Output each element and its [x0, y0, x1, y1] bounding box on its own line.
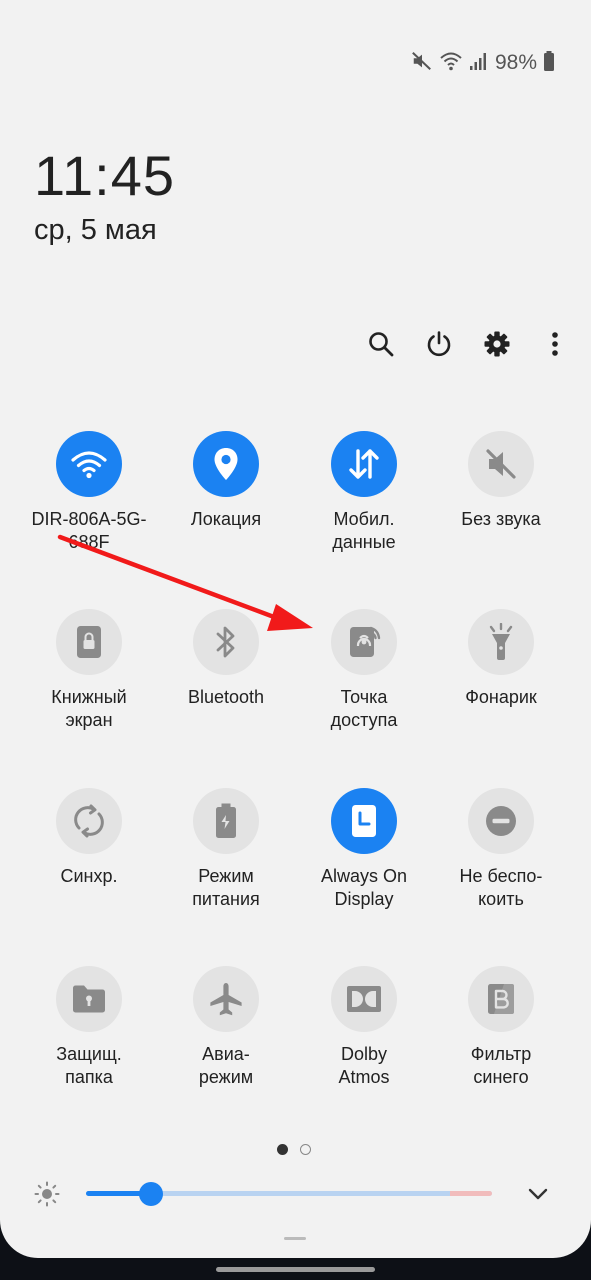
- tile-label: Локация: [190, 509, 262, 529]
- tile-airplane-toggle[interactable]: [193, 966, 259, 1032]
- tile-label: Авиа- режим: [198, 1044, 254, 1087]
- power-saving-icon: [216, 803, 236, 838]
- battery-icon: [543, 50, 555, 77]
- top-action-bar: [352, 326, 584, 362]
- tile-label: Мобил. данные: [332, 509, 396, 552]
- tile-label: Режим питания: [192, 866, 260, 909]
- location-pin-icon: [214, 448, 238, 480]
- settings-button[interactable]: [468, 326, 526, 362]
- search-button[interactable]: [352, 326, 410, 362]
- tile-label: Bluetooth: [187, 687, 265, 707]
- chevron-down-icon: [528, 1188, 548, 1200]
- tile-sync[interactable]: Синхр.: [20, 788, 158, 888]
- more-options-button[interactable]: [526, 326, 584, 362]
- bluetooth-icon: [216, 626, 235, 658]
- mobile-data-arrows-icon: [349, 449, 379, 479]
- tile-bluetooth-toggle[interactable]: [193, 609, 259, 675]
- tile-secure-folder-toggle[interactable]: [56, 966, 122, 1032]
- tile-always-on-display-toggle[interactable]: [331, 788, 397, 854]
- tile-label: Dolby Atmos: [338, 1044, 390, 1087]
- more-vert-icon: [552, 332, 558, 356]
- tile-mobile-data[interactable]: Мобил. данные: [295, 431, 433, 554]
- quick-settings-panel: 98% 11:45 ср, 5 мая DIR-806A-5G- 688F Ло…: [0, 0, 591, 1258]
- tile-label: DIR-806A-5G- 688F: [31, 509, 147, 552]
- tile-label: Книжный экран: [51, 687, 127, 730]
- brightness-slider-thumb[interactable]: [138, 1182, 163, 1206]
- brightness-control: [0, 1172, 591, 1216]
- expand-brightness-button[interactable]: [524, 1180, 552, 1208]
- wifi-icon: [71, 451, 107, 479]
- tile-power-mode[interactable]: Режим питания: [157, 788, 295, 911]
- tile-label: Защищ. папка: [56, 1044, 122, 1087]
- tile-do-not-disturb-toggle[interactable]: [468, 788, 534, 854]
- battery-percentage: 98%: [494, 51, 537, 74]
- tile-label: Фильтр синего: [470, 1044, 532, 1087]
- tile-blue-light-filter-toggle[interactable]: [468, 966, 534, 1032]
- do-not-disturb-icon: [486, 806, 516, 836]
- always-on-display-icon: [352, 805, 376, 837]
- tile-bluetooth[interactable]: Bluetooth: [157, 609, 295, 709]
- clock-date[interactable]: ср, 5 мая: [34, 214, 157, 247]
- tile-flashlight-toggle[interactable]: [468, 609, 534, 675]
- blue-light-filter-icon: [488, 984, 514, 1014]
- secure-folder-icon: [73, 985, 105, 1013]
- tile-blue-light-filter[interactable]: Фильтр синего: [432, 966, 570, 1089]
- brightness-slider-high-zone: [450, 1191, 492, 1196]
- tile-sync-toggle[interactable]: [56, 788, 122, 854]
- tile-hotspot-toggle[interactable]: [331, 609, 397, 675]
- flashlight-icon: [489, 623, 513, 660]
- hotspot-icon: [350, 626, 381, 657]
- tile-label: Без звука: [461, 509, 541, 529]
- tile-secure-folder[interactable]: Защищ. папка: [20, 966, 158, 1089]
- tile-location[interactable]: Локация: [157, 431, 295, 531]
- tile-label: Фонарик: [465, 687, 537, 707]
- tile-portrait-lock-toggle[interactable]: [56, 609, 122, 675]
- status-bar: 98%: [411, 50, 555, 76]
- tile-do-not-disturb[interactable]: Не беспо- коить: [432, 788, 570, 911]
- tile-power-mode-toggle[interactable]: [193, 788, 259, 854]
- tile-flashlight[interactable]: Фонарик: [432, 609, 570, 709]
- wifi-icon: [439, 50, 463, 77]
- tile-label: Always On Display: [320, 866, 408, 909]
- tile-mute-toggle[interactable]: [468, 431, 534, 497]
- mute-icon: [486, 449, 516, 479]
- tile-dolby-atmos[interactable]: Dolby Atmos: [295, 966, 433, 1089]
- navigation-gesture-bar[interactable]: [216, 1267, 375, 1272]
- page-indicator: [277, 1144, 311, 1155]
- sync-icon: [74, 804, 104, 838]
- panel-drag-handle[interactable]: [284, 1237, 306, 1240]
- tile-airplane[interactable]: Авиа- режим: [157, 966, 295, 1089]
- tile-portrait-lock[interactable]: Книжный экран: [20, 609, 158, 732]
- portrait-lock-icon: [77, 626, 101, 658]
- signal-icon: [469, 50, 487, 77]
- page-dot-2[interactable]: [300, 1144, 311, 1155]
- dolby-icon: [347, 986, 381, 1012]
- mute-icon: [411, 50, 433, 77]
- page-dot-1[interactable]: [277, 1144, 288, 1155]
- tile-hotspot[interactable]: Точка доступа: [295, 609, 433, 732]
- tile-wifi-toggle[interactable]: [56, 431, 122, 497]
- tile-mute[interactable]: Без звука: [432, 431, 570, 531]
- tile-label: Точка доступа: [330, 687, 398, 730]
- tile-dolby-atmos-toggle[interactable]: [331, 966, 397, 1032]
- tile-always-on-display[interactable]: Always On Display: [295, 788, 433, 911]
- brightness-sun-icon: [34, 1181, 60, 1212]
- tile-wifi[interactable]: DIR-806A-5G- 688F: [20, 431, 158, 554]
- clock-time[interactable]: 11:45: [34, 143, 175, 208]
- airplane-icon: [210, 983, 242, 1016]
- tile-mobile-data-toggle[interactable]: [331, 431, 397, 497]
- gear-icon: [484, 331, 510, 357]
- power-icon: [427, 331, 451, 357]
- tile-label: Не беспо- коить: [459, 866, 543, 909]
- power-button[interactable]: [410, 326, 468, 362]
- search-icon: [369, 332, 394, 357]
- tile-location-toggle[interactable]: [193, 431, 259, 497]
- tile-label: Синхр.: [60, 866, 118, 886]
